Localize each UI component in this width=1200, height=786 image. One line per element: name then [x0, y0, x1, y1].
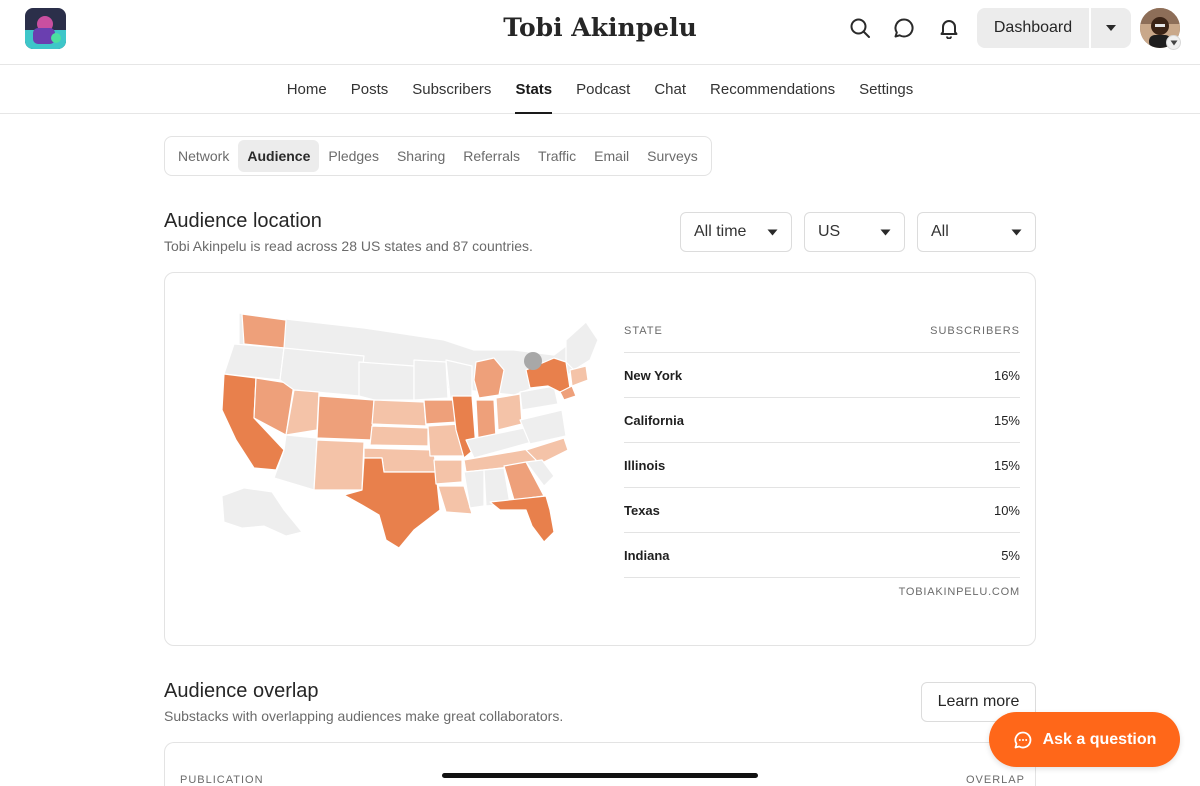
nav-stats[interactable]: Stats [503, 66, 564, 114]
nav-recommendations[interactable]: Recommendations [698, 66, 847, 114]
state-name: Indiana [624, 547, 670, 563]
table-row: New York 16% [624, 353, 1020, 398]
column-subscribers-header: SUBSCRIBERS [930, 325, 1020, 337]
caret-down-icon [1106, 25, 1116, 31]
map-state-kansas [369, 425, 429, 447]
region-value: US [818, 223, 841, 240]
nav-settings[interactable]: Settings [847, 66, 925, 114]
nav-home[interactable]: Home [275, 66, 339, 114]
table-footer-source: TOBIAKINPELU.COM [898, 586, 1020, 598]
search-icon[interactable] [848, 16, 872, 40]
table-row: Illinois 15% [624, 443, 1020, 488]
audience-overlap-subtitle: Substacks with overlapping audiences mak… [164, 708, 564, 724]
map-state-arizona [273, 434, 318, 491]
segment-value: All [931, 223, 949, 240]
table-row: Texas 10% [624, 488, 1020, 533]
table-row: California 15% [624, 398, 1020, 443]
segment-select[interactable]: All [917, 212, 1036, 252]
audience-overlap-title: Audience overlap [164, 680, 319, 702]
tab-audience[interactable]: Audience [238, 140, 320, 172]
top-states-table: STATE SUBSCRIBERS New York 16% Californi… [624, 310, 1020, 598]
audience-location-subtitle: Tobi Akinpelu is read across 28 US state… [164, 238, 533, 254]
ask-question-label: Ask a question [1042, 730, 1157, 748]
map-state-arkansas [433, 459, 463, 485]
nav-chat[interactable]: Chat [642, 66, 698, 114]
state-value: 15% [993, 412, 1020, 428]
state-name: New York [624, 367, 683, 383]
table-row: Indiana 5% [624, 533, 1020, 578]
top-bar: Tobi Akinpelu Dashboard [0, 0, 1200, 65]
state-value: 5% [1001, 547, 1020, 563]
map-state-florida [489, 495, 555, 543]
chat-bubble-icon [1014, 731, 1031, 748]
state-value: 15% [993, 457, 1020, 473]
bell-icon[interactable] [937, 16, 961, 40]
time-range-value: All time [694, 223, 747, 240]
tab-referrals[interactable]: Referrals [454, 140, 529, 172]
tab-email[interactable]: Email [585, 140, 638, 172]
tab-traffic[interactable]: Traffic [529, 140, 585, 172]
map-location-marker [524, 352, 542, 370]
state-name: Texas [624, 502, 660, 518]
us-choropleth-map [214, 300, 604, 550]
map-state-nebraska [371, 399, 427, 427]
map-state-ohio [495, 393, 523, 431]
caret-down-icon [1011, 229, 1022, 235]
nav-podcast[interactable]: Podcast [564, 66, 642, 114]
nav-subscribers[interactable]: Subscribers [400, 66, 503, 114]
state-value: 10% [993, 502, 1020, 518]
map-state-new-mexico [313, 439, 365, 491]
main-nav: Home Posts Subscribers Stats Podcast Cha… [0, 66, 1200, 114]
account-menu-icon[interactable] [1166, 35, 1181, 50]
column-overlap-header: OVERLAP [966, 774, 1025, 786]
audience-location-title: Audience location [164, 210, 322, 232]
table-header: STATE SUBSCRIBERS [624, 310, 1020, 353]
chat-icon[interactable] [892, 16, 916, 40]
home-indicator [442, 773, 758, 778]
tab-network[interactable]: Network [169, 140, 238, 172]
audience-overlap-card [164, 742, 1036, 786]
caret-down-icon [880, 229, 891, 235]
time-range-select[interactable]: All time [680, 212, 792, 252]
nav-posts[interactable]: Posts [339, 66, 401, 114]
map-state-colorado [316, 395, 375, 441]
map-state-alaska [221, 487, 303, 537]
state-name: Illinois [624, 457, 666, 473]
column-state-header: STATE [624, 325, 663, 337]
caret-down-icon [767, 229, 778, 235]
stats-subtabs: Network Audience Pledges Sharing Referra… [164, 136, 712, 176]
map-state-washington [241, 313, 287, 349]
tab-pledges[interactable]: Pledges [319, 140, 388, 172]
state-name: California [624, 412, 684, 428]
tab-sharing[interactable]: Sharing [388, 140, 454, 172]
tab-surveys[interactable]: Surveys [638, 140, 707, 172]
map-state-massachusetts [569, 365, 589, 387]
map-state-minnesota [413, 359, 449, 401]
map-state-none [279, 347, 365, 397]
region-select[interactable]: US [804, 212, 905, 252]
map-state-new-england [565, 321, 599, 371]
map-state-michigan [473, 357, 505, 399]
map-state-none [358, 361, 415, 401]
column-publication-header: PUBLICATION [180, 774, 264, 786]
state-value: 16% [993, 367, 1020, 383]
map-state-wisconsin [445, 359, 473, 399]
dashboard-menu-button[interactable] [1091, 8, 1131, 48]
dashboard-button[interactable]: Dashboard [977, 8, 1089, 48]
ask-question-button[interactable]: Ask a question [989, 712, 1180, 767]
